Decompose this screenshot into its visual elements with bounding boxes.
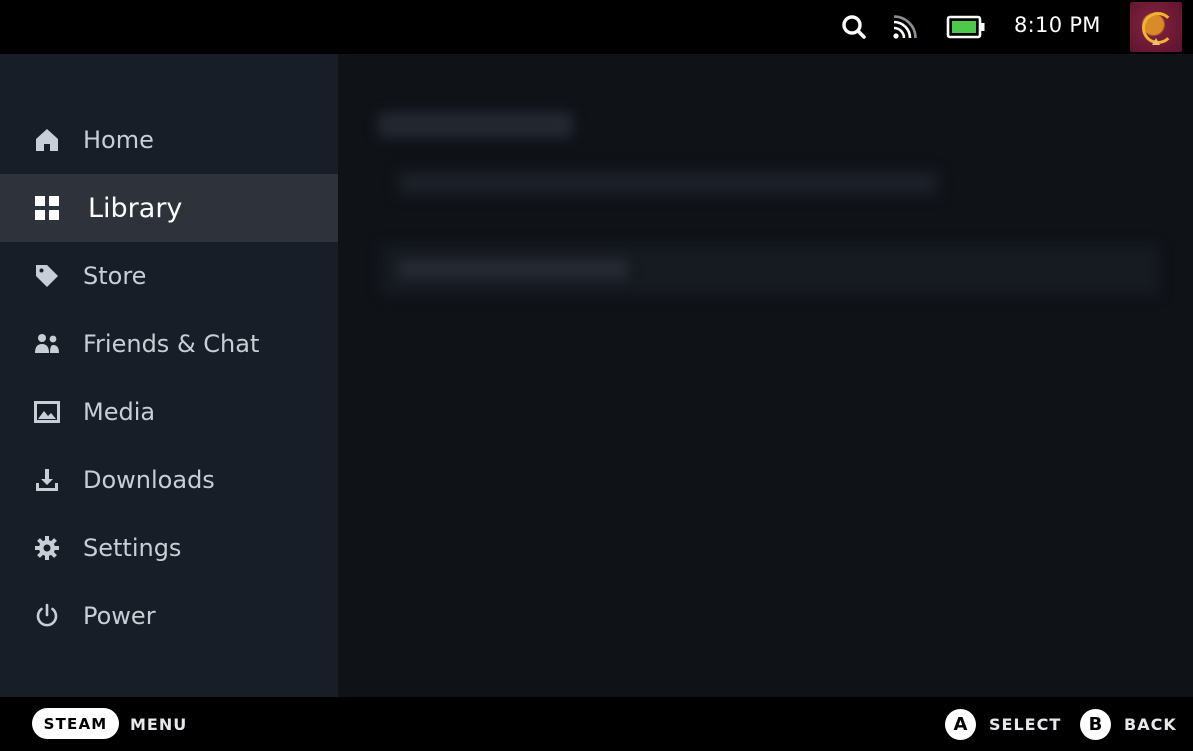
battery-icon[interactable] <box>946 14 986 40</box>
sidebar-item-library[interactable]: Library <box>0 174 338 242</box>
b-button-icon[interactable]: B <box>1080 709 1111 740</box>
power-icon <box>33 602 61 630</box>
sidebar-item-downloads[interactable]: Downloads <box>0 446 338 514</box>
search-icon[interactable] <box>840 13 868 41</box>
home-icon <box>33 126 61 154</box>
blurred-heading <box>378 112 573 138</box>
main-menu-sidebar: Home Library Store Friends & Chat Media … <box>0 54 338 697</box>
main-content-dimmed <box>338 54 1193 697</box>
image-icon <box>33 398 61 426</box>
friends-icon <box>33 330 61 358</box>
gear-icon <box>33 534 61 562</box>
sidebar-item-home[interactable]: Home <box>0 106 338 174</box>
sidebar-item-label: Settings <box>83 534 182 562</box>
clock: 8:10 PM <box>1014 13 1101 37</box>
back-label: BACK <box>1124 715 1177 734</box>
sidebar-item-label: Power <box>83 602 156 630</box>
sidebar-item-label: Media <box>83 398 156 426</box>
blurred-text <box>398 172 938 194</box>
sidebar-item-label: Downloads <box>83 466 215 494</box>
a-button-icon[interactable]: A <box>945 709 976 740</box>
sidebar-item-label: Home <box>83 126 154 154</box>
download-icon <box>33 466 61 494</box>
controller-hint-bar: STEAM MENU A SELECT B BACK <box>0 697 1193 751</box>
grid-icon <box>33 194 61 222</box>
sidebar-item-label: Library <box>88 192 183 224</box>
wifi-icon[interactable] <box>891 15 917 41</box>
avatar[interactable] <box>1130 2 1182 52</box>
steam-button[interactable]: STEAM <box>32 708 119 739</box>
sidebar-item-friends-chat[interactable]: Friends & Chat <box>0 310 338 378</box>
tag-icon <box>33 262 61 290</box>
sidebar-item-power[interactable]: Power <box>0 582 338 650</box>
sidebar-item-label: Friends & Chat <box>83 330 260 358</box>
status-bar: 8:10 PM <box>0 0 1193 54</box>
sidebar-item-label: Store <box>83 262 147 290</box>
menu-label: MENU <box>130 715 188 734</box>
sidebar-item-store[interactable]: Store <box>0 242 338 310</box>
sidebar-item-settings[interactable]: Settings <box>0 514 338 582</box>
select-label: SELECT <box>989 715 1062 734</box>
sidebar-item-media[interactable]: Media <box>0 378 338 446</box>
blurred-row-label <box>398 259 628 279</box>
